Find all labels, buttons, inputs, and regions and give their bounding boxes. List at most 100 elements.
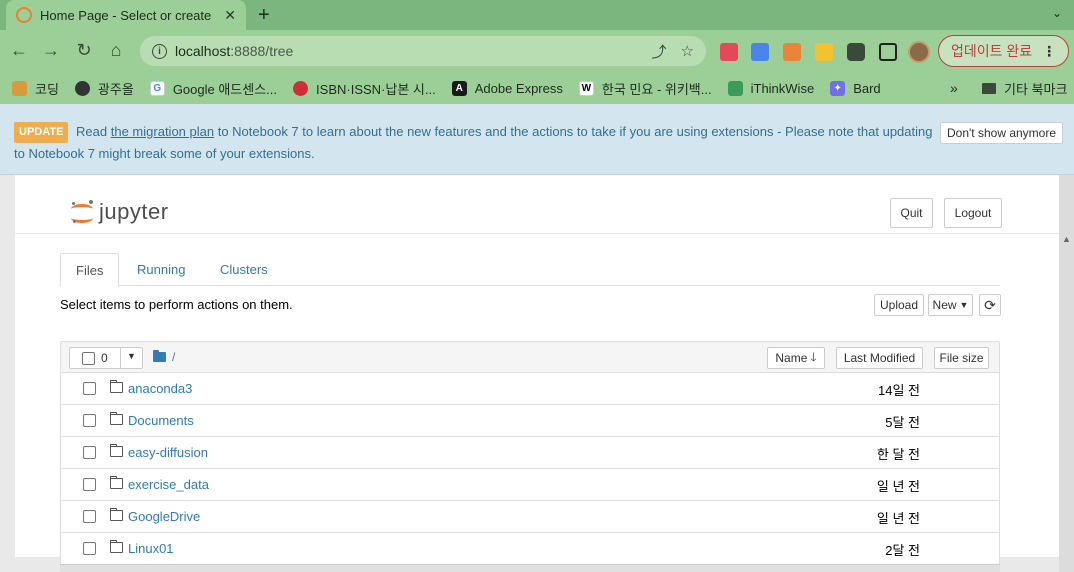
translate-icon[interactable] bbox=[751, 43, 769, 61]
row-checkbox[interactable] bbox=[83, 446, 96, 459]
breadcrumb-root[interactable]: / bbox=[172, 350, 175, 364]
arrow-down-icon: 🡓 bbox=[810, 349, 817, 364]
update-label: 업데이트 완료 bbox=[951, 43, 1033, 59]
pocket-icon[interactable] bbox=[720, 43, 738, 61]
list-bottom-edge bbox=[60, 564, 1000, 572]
other-bookmarks-folder[interactable]: 기타 북마크 bbox=[982, 79, 1067, 98]
jupyter-logo[interactable]: jupyter bbox=[71, 199, 169, 225]
update-button[interactable]: 업데이트 완료 ⋮ bbox=[938, 35, 1070, 67]
file-name-link[interactable]: exercise_data bbox=[128, 477, 209, 492]
file-name-link[interactable]: Documents bbox=[128, 413, 194, 428]
folder-icon bbox=[982, 83, 996, 94]
breadcrumb[interactable]: / bbox=[153, 350, 175, 364]
table-row[interactable]: Linux01 2달 전 bbox=[60, 533, 1000, 565]
bard-sparkle-icon: ✦ bbox=[830, 80, 846, 96]
new-tab-button[interactable]: + bbox=[258, 4, 270, 27]
browser-tab[interactable]: Home Page - Select or create ✕ bbox=[6, 0, 246, 30]
bookmark-item[interactable]: W 한국 민요 - 위키백... bbox=[578, 79, 712, 98]
table-row[interactable]: GoogleDrive 일 년 전 bbox=[60, 501, 1000, 533]
taegeuk-icon bbox=[293, 80, 309, 96]
select-all-checkbox[interactable] bbox=[82, 351, 95, 365]
migration-plan-link[interactable]: the migration plan bbox=[111, 124, 214, 139]
folder-icon bbox=[110, 444, 123, 457]
tab-files[interactable]: Files bbox=[60, 253, 120, 287]
bookmark-item[interactable]: A Adobe Express bbox=[451, 80, 563, 96]
tab-title: Home Page - Select or create bbox=[40, 7, 212, 23]
new-label: New bbox=[932, 298, 957, 312]
sort-by-modified-button[interactable]: Last Modified bbox=[836, 347, 923, 369]
folder-icon bbox=[110, 508, 123, 521]
tab-bar: Files Running Clusters bbox=[60, 253, 1000, 287]
star-icon[interactable]: ☆ bbox=[681, 42, 694, 60]
more-bookmarks-icon[interactable]: » bbox=[950, 80, 958, 96]
keep-icon[interactable] bbox=[815, 43, 833, 61]
sort-by-size-button[interactable]: File size bbox=[934, 347, 989, 369]
table-row[interactable]: easy-diffusion 한 달 전 bbox=[60, 437, 1000, 469]
bookmark-item[interactable]: 광주올 bbox=[74, 79, 134, 98]
last-modified: 일 년 전 bbox=[876, 511, 920, 526]
chevron-down-icon[interactable]: ⌄ bbox=[1052, 6, 1062, 20]
address-bar[interactable]: i localhost:8888/tree ⤴ ☆ bbox=[140, 36, 706, 66]
last-modified: 일 년 전 bbox=[876, 479, 920, 494]
folder-icon bbox=[110, 540, 123, 553]
folder-icon bbox=[153, 350, 166, 362]
file-name-link[interactable]: GoogleDrive bbox=[128, 509, 200, 524]
layout-extension-icon[interactable] bbox=[783, 43, 801, 61]
jupyter-header: jupyter Quit Logout bbox=[15, 175, 1059, 234]
extensions-puzzle-icon[interactable] bbox=[847, 43, 865, 61]
table-row[interactable]: exercise_data 일 년 전 bbox=[60, 469, 1000, 501]
last-modified: 14일 전 bbox=[878, 383, 920, 398]
info-icon[interactable]: i bbox=[152, 43, 167, 59]
forward-icon[interactable]: → bbox=[40, 40, 62, 61]
scroll-up-icon[interactable]: ▲ bbox=[1062, 234, 1071, 244]
selected-count: 0 bbox=[101, 351, 108, 365]
file-name-link[interactable]: easy-diffusion bbox=[128, 445, 208, 460]
dont-show-anymore-button[interactable]: Don't show anymore bbox=[940, 122, 1064, 144]
selection-hint: Select items to perform actions on them. bbox=[60, 297, 293, 312]
quit-button[interactable]: Quit bbox=[890, 198, 933, 228]
bookmark-item[interactable]: ✦ Bard bbox=[830, 80, 881, 96]
bookmark-item[interactable]: iThinkWise bbox=[727, 80, 814, 96]
upload-button[interactable]: Upload bbox=[874, 294, 924, 316]
folder-icon bbox=[110, 412, 123, 425]
caret-down-icon: ▼ bbox=[959, 300, 969, 310]
wikipedia-icon: W bbox=[578, 80, 594, 96]
file-list-header: 0 ▼ / Name 🡓 Last Modified File size bbox=[60, 341, 1000, 373]
row-checkbox[interactable] bbox=[83, 478, 96, 491]
file-name-link[interactable]: anaconda3 bbox=[128, 381, 192, 396]
tab-clusters[interactable]: Clusters bbox=[205, 253, 283, 286]
bookmark-item[interactable]: ISBN·ISSN·납본 시... bbox=[293, 79, 436, 98]
table-row[interactable]: Documents 5달 전 bbox=[60, 405, 1000, 437]
more-menu-icon[interactable]: ⋮ bbox=[1042, 43, 1056, 60]
bookmark-item[interactable]: G Google 애드센스... bbox=[149, 79, 277, 98]
share-icon[interactable]: ⤴ bbox=[652, 41, 667, 62]
tab-running[interactable]: Running bbox=[122, 253, 200, 286]
side-panel-icon[interactable] bbox=[879, 43, 897, 61]
close-tab-icon[interactable]: ✕ bbox=[224, 7, 236, 24]
row-checkbox[interactable] bbox=[83, 414, 96, 427]
home-icon[interactable]: ⌂ bbox=[105, 40, 127, 61]
row-checkbox[interactable] bbox=[83, 510, 96, 523]
row-checkbox[interactable] bbox=[83, 542, 96, 555]
refresh-icon[interactable]: ⟳ bbox=[979, 294, 1001, 316]
globe-icon bbox=[74, 80, 90, 96]
table-row[interactable]: anaconda3 14일 전 bbox=[60, 373, 1000, 405]
dog-icon bbox=[12, 80, 27, 96]
row-checkbox[interactable] bbox=[83, 382, 96, 395]
reload-icon[interactable]: ↻ bbox=[73, 40, 95, 61]
new-button[interactable]: New ▼ bbox=[928, 294, 973, 316]
folder-icon bbox=[110, 380, 123, 393]
profile-avatar[interactable] bbox=[908, 41, 930, 63]
caret-down-icon[interactable]: ▼ bbox=[127, 351, 136, 361]
sort-by-name-button[interactable]: Name 🡓 bbox=[767, 347, 825, 369]
ithinkwise-icon bbox=[727, 80, 743, 96]
last-modified: 5달 전 bbox=[885, 415, 920, 430]
notice-text-before: Read bbox=[76, 124, 108, 139]
page-viewport: ▲ UPDATE Read the migration plan to Note… bbox=[0, 104, 1074, 572]
bookmark-item[interactable]: 코딩 bbox=[12, 79, 59, 98]
back-icon[interactable]: ← bbox=[8, 40, 30, 61]
logout-button[interactable]: Logout bbox=[944, 198, 1002, 228]
file-name-link[interactable]: Linux01 bbox=[128, 541, 174, 556]
select-all-control[interactable]: 0 ▼ bbox=[69, 347, 143, 369]
update-badge: UPDATE bbox=[14, 122, 69, 143]
